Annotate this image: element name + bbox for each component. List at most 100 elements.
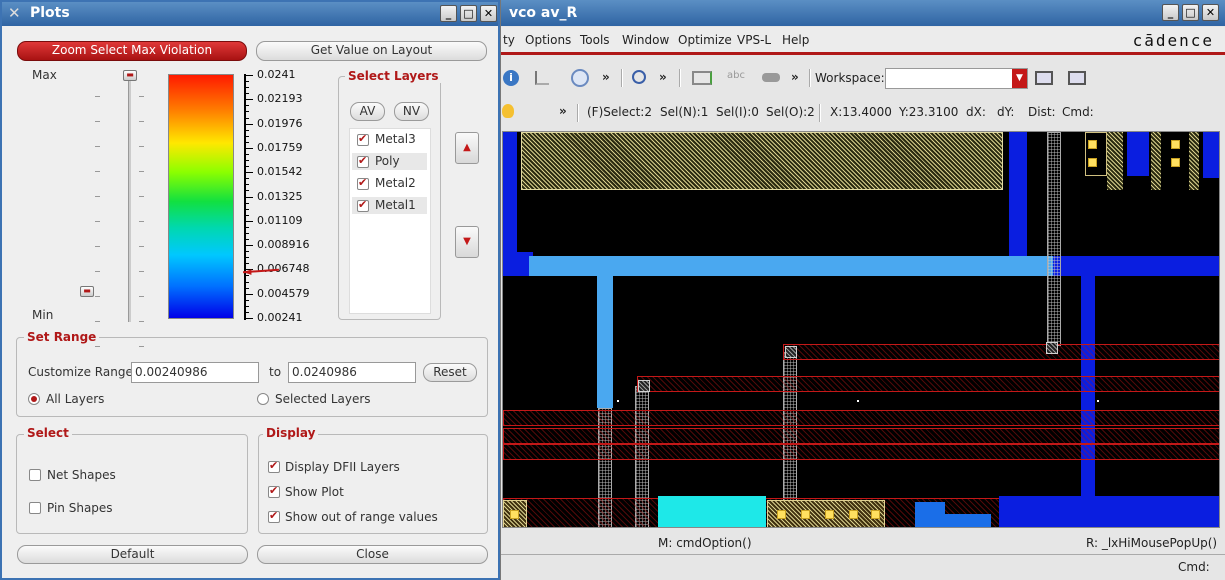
info-icon[interactable]: i — [503, 70, 519, 86]
vco-window: vco av_R _ □ ✕ ty Options Tools Window O… — [500, 0, 1225, 580]
cycle-icon[interactable] — [571, 69, 589, 87]
layer-item-metal2[interactable]: Metal2 — [352, 175, 427, 192]
contact-pad — [1171, 158, 1180, 167]
status-toolbar: » (F)Select:2 Sel(N):1 Sel(I):0 Sel(O):2… — [501, 99, 1225, 127]
layer-checkbox[interactable] — [357, 198, 369, 212]
contact-pad — [871, 510, 880, 519]
slider-min-handle[interactable]: ▬ — [80, 286, 94, 297]
menu-item-options[interactable]: Options — [525, 33, 571, 47]
menu-item-optimize[interactable]: Optimize — [678, 33, 732, 47]
layer-checkbox[interactable] — [357, 132, 369, 146]
close-button[interactable]: ✕ — [480, 5, 497, 22]
pin-shapes-checkbox[interactable] — [29, 502, 41, 514]
bulb-icon[interactable] — [502, 104, 514, 118]
selected-layers-label: Selected Layers — [275, 392, 371, 406]
layer-item-metal1[interactable]: Metal1 — [352, 197, 427, 214]
all-layers-label: All Layers — [46, 392, 105, 406]
contact-pad — [1088, 158, 1097, 167]
poly-contact — [638, 380, 650, 392]
select-group — [16, 434, 248, 534]
workspace-save-icon[interactable] — [1035, 71, 1053, 85]
contact-pad — [510, 510, 519, 519]
cell-top-right-a — [1085, 132, 1107, 176]
layer-name: Metal3 — [375, 132, 416, 146]
menu-item-ty[interactable]: ty — [503, 33, 515, 47]
scale-label: 0.004579 — [257, 286, 310, 300]
slider-max-handle[interactable]: ▬ — [123, 70, 137, 81]
more-status-chevron-icon[interactable]: » — [559, 104, 567, 118]
metal-left-vertical — [503, 132, 517, 262]
workspace-select[interactable]: ▼ — [885, 68, 1028, 89]
layout-canvas[interactable] — [502, 131, 1220, 528]
net-shapes-label: Net Shapes — [47, 468, 116, 482]
range-from-input[interactable]: 0.00240986 — [131, 362, 259, 383]
maximize-button[interactable]: □ — [1182, 4, 1199, 21]
mouse-r-status: R: _lxHiMousePopUp() — [1086, 536, 1218, 550]
menu-item-help[interactable]: Help — [782, 33, 809, 47]
scale-label: 0.008916 — [257, 238, 310, 252]
all-layers-radio[interactable] — [28, 393, 40, 405]
contact-pad — [849, 510, 858, 519]
toolbar-top: i » » abc » Workspace: ▼ — [501, 58, 1225, 98]
pin-icon[interactable] — [762, 73, 780, 82]
add-via-icon[interactable] — [692, 71, 712, 85]
label-icon[interactable]: abc — [727, 70, 745, 81]
menu-item-tools[interactable]: Tools — [580, 33, 610, 47]
get-value-on-layout-button[interactable]: Get Value on Layout — [256, 41, 487, 61]
layer-checkbox[interactable] — [357, 176, 369, 190]
close-button[interactable]: ✕ — [1202, 4, 1219, 21]
plots-window: ✕ Plots _ □ ✕ Zoom Select Max Violation … — [0, 0, 500, 580]
scale-label: 0.00241 — [257, 311, 303, 324]
zoom-select-max-violation-button[interactable]: Zoom Select Max Violation — [17, 41, 247, 61]
seln-status: Sel(N):1 — [660, 105, 709, 119]
display-dfii-label: Display DFII Layers — [285, 460, 400, 474]
contact-pad — [825, 510, 834, 519]
move-layer-down-button[interactable]: ▼ — [455, 226, 479, 258]
reset-button[interactable]: Reset — [423, 363, 477, 382]
maximize-button[interactable]: □ — [460, 5, 477, 22]
cyan-block — [658, 496, 766, 527]
menu-bar: ty Options Tools Window Optimize VPS-L H… — [501, 27, 1225, 55]
selo-status: Sel(O):2 — [766, 105, 815, 119]
slider-max-label: Max — [32, 68, 57, 82]
menu-item-window[interactable]: Window — [622, 33, 669, 47]
layer-checkbox[interactable] — [357, 154, 369, 168]
zoom-icon[interactable] — [632, 70, 646, 84]
align-icon[interactable] — [535, 71, 549, 85]
net-shapes-checkbox[interactable] — [29, 469, 41, 481]
default-button[interactable]: Default — [17, 545, 248, 564]
close-dialog-button[interactable]: Close — [257, 545, 488, 564]
out-of-range-checkbox[interactable] — [268, 509, 280, 523]
scale-tick — [245, 172, 253, 174]
metal-bottom-block — [915, 502, 945, 527]
display-dfii-checkbox[interactable] — [268, 459, 280, 473]
more-tools-chevron-icon[interactable]: » — [602, 70, 610, 84]
range-to-input[interactable]: 0.0240986 — [288, 362, 416, 383]
chevron-down-icon[interactable]: ▼ — [1012, 69, 1027, 88]
range-slider-track[interactable] — [128, 74, 131, 322]
range-to-label: to — [269, 365, 282, 379]
metal-vertical-right1 — [1009, 132, 1027, 258]
layer-item-metal3[interactable]: Metal3 — [352, 131, 427, 148]
minimize-button[interactable]: _ — [440, 5, 457, 22]
workspace-load-icon[interactable] — [1068, 71, 1086, 85]
nv-button[interactable]: NV — [394, 102, 429, 121]
scale-label: 0.01542 — [257, 165, 303, 179]
poly-shape-top — [521, 132, 1003, 190]
menu-item-vpsl[interactable]: VPS-L — [737, 33, 771, 47]
cell-top-right-c — [1151, 132, 1161, 190]
metal-top-right — [1127, 132, 1149, 176]
more-edit-chevron-icon[interactable]: » — [791, 70, 799, 84]
more-zoom-chevron-icon[interactable]: » — [659, 70, 667, 84]
scale-tick — [245, 147, 253, 149]
selected-layers-radio[interactable] — [257, 393, 269, 405]
scale-label: 0.01976 — [257, 116, 303, 130]
minimize-button[interactable]: _ — [1162, 4, 1179, 21]
av-button[interactable]: AV — [350, 102, 385, 121]
move-layer-up-button[interactable]: ▲ — [455, 132, 479, 164]
poly-stripe — [503, 428, 1219, 444]
layer-item-poly[interactable]: Poly — [352, 153, 427, 170]
show-plot-checkbox[interactable] — [268, 484, 280, 498]
pin-shapes-label: Pin Shapes — [47, 501, 113, 515]
cmd-readout: Cmd: — [1062, 105, 1094, 119]
